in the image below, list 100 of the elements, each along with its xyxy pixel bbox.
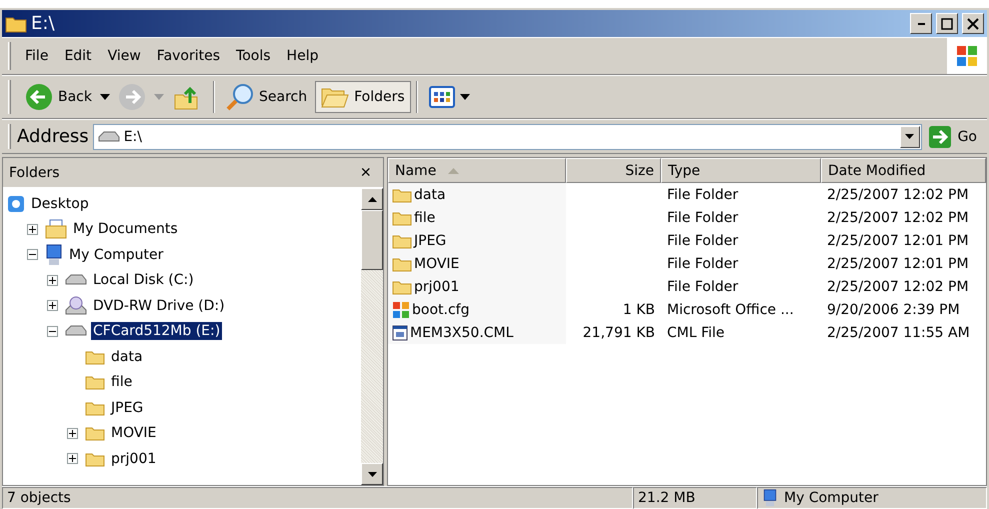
scroll-up-icon: [368, 196, 376, 202]
expand-button[interactable]: [47, 274, 58, 286]
menu-item[interactable]: Help: [278, 46, 326, 66]
file-type: File Folder: [667, 278, 738, 294]
tree-item[interactable]: My Computer: [67, 246, 166, 264]
column-header[interactable]: Date Modified: [821, 158, 986, 183]
minimize-icon: [918, 22, 924, 24]
tree-item[interactable]: Desktop: [29, 194, 91, 213]
drive-icon: [65, 274, 87, 286]
menu-item[interactable]: View: [100, 46, 149, 66]
menu-item[interactable]: Edit: [56, 46, 100, 66]
maximize-button[interactable]: [936, 13, 958, 34]
drive-icon: [98, 130, 120, 142]
folder-icon: [392, 278, 412, 294]
plus-icon: [49, 302, 56, 310]
plus-icon: [29, 226, 36, 233]
column-header[interactable]: Name: [388, 158, 566, 183]
expand-button[interactable]: [67, 428, 78, 439]
date-modified: 2/25/2007 12:02 PM: [827, 278, 969, 294]
desktop-icon: [7, 194, 25, 213]
window-title: E:\: [31, 13, 56, 34]
tree-item[interactable]: file: [109, 373, 134, 392]
menu-item[interactable]: File: [17, 46, 56, 66]
tree-item[interactable]: JPEG: [109, 398, 146, 417]
folder-icon: [392, 186, 412, 202]
status-size: 21.2 MB: [633, 487, 757, 509]
folder-icon: [392, 210, 412, 226]
file-type: CML File: [667, 324, 725, 340]
office-file-icon: [392, 300, 410, 318]
tree-item[interactable]: MOVIE: [109, 424, 158, 442]
file-name[interactable]: MOVIE: [414, 256, 460, 272]
file-size: 1 KB: [622, 302, 655, 318]
scroll-up-button[interactable]: [361, 188, 383, 210]
pane-title: Folders: [9, 164, 60, 180]
close-button[interactable]: [962, 13, 984, 34]
file-name[interactable]: data: [414, 186, 446, 202]
menu-item[interactable]: Tools: [228, 46, 279, 66]
folder-icon: [85, 425, 105, 442]
search-icon: [226, 83, 254, 111]
scroll-thumb[interactable]: [361, 210, 383, 270]
folder-icon: [85, 450, 105, 467]
date-modified: 2/25/2007 12:02 PM: [827, 210, 969, 226]
file-type: Microsoft Office ...: [667, 302, 794, 318]
expand-button[interactable]: [47, 300, 58, 312]
file-type: File Folder: [667, 186, 738, 202]
tree-item[interactable]: My Documents: [71, 220, 180, 238]
expand-button[interactable]: [27, 224, 38, 235]
folders-button[interactable]: Folders: [315, 81, 411, 113]
documents-icon: [45, 219, 67, 240]
optical-drive-icon: [65, 296, 87, 316]
pane-close-button[interactable]: ×: [356, 162, 375, 183]
close-icon: [967, 18, 979, 30]
tree-item[interactable]: CFCard512Mb (E:): [91, 322, 222, 340]
collapse-button[interactable]: [27, 249, 38, 260]
document-icon: [392, 324, 408, 340]
drive-icon: [65, 325, 87, 338]
views-grid-icon: [428, 86, 455, 108]
collapse-button[interactable]: [47, 326, 58, 337]
back-button[interactable]: Back: [19, 79, 98, 115]
tree-item[interactable]: prj001: [109, 450, 158, 468]
folder-icon: [392, 256, 412, 272]
menu-item[interactable]: Favorites: [148, 46, 228, 66]
column-header[interactable]: Size: [566, 158, 661, 183]
date-modified: 2/25/2007 12:01 PM: [827, 232, 969, 248]
file-name[interactable]: file: [414, 210, 436, 226]
folder-icon: [85, 374, 105, 390]
scroll-down-icon: [368, 472, 376, 476]
dropdown-arrow-icon[interactable]: [100, 94, 110, 100]
folder-icon: [392, 232, 412, 248]
sort-ascending-icon: [448, 168, 460, 174]
minimize-button[interactable]: [910, 13, 932, 34]
status-objects: 7 objects: [2, 487, 633, 509]
file-type: File Folder: [667, 210, 738, 226]
expand-button[interactable]: [67, 453, 78, 464]
folder-icon: [5, 14, 27, 32]
tree-item[interactable]: data: [109, 348, 145, 366]
file-type: File Folder: [667, 256, 738, 272]
dropdown-arrow-icon: [460, 94, 470, 100]
date-modified: 2/25/2007 12:02 PM: [827, 186, 969, 202]
date-modified: 9/20/2006 2:39 PM: [827, 302, 960, 318]
search-button[interactable]: Search: [220, 79, 314, 115]
go-button[interactable]: Go: [922, 124, 987, 148]
tree-item[interactable]: DVD-RW Drive (D:): [91, 296, 227, 315]
plus-icon: [49, 276, 56, 284]
plus-icon: [69, 430, 76, 437]
tree-item[interactable]: Local Disk (C:): [91, 271, 196, 290]
computer-icon: [45, 244, 63, 266]
file-size: 21,791 KB: [582, 324, 655, 340]
column-header[interactable]: Type: [661, 158, 821, 183]
scroll-down-button[interactable]: [361, 463, 383, 485]
dropdown-arrow-icon: [154, 94, 164, 100]
file-type: File Folder: [667, 232, 738, 248]
address-label: Address: [17, 126, 89, 147]
file-name[interactable]: JPEG: [414, 232, 446, 248]
scrollbar[interactable]: [361, 188, 383, 485]
address-dropdown-button[interactable]: [900, 126, 920, 148]
date-modified: 2/25/2007 12:01 PM: [827, 256, 969, 272]
file-name[interactable]: prj001: [414, 278, 460, 294]
address-field[interactable]: E:\: [92, 124, 922, 150]
status-zone: My Computer: [784, 490, 878, 506]
